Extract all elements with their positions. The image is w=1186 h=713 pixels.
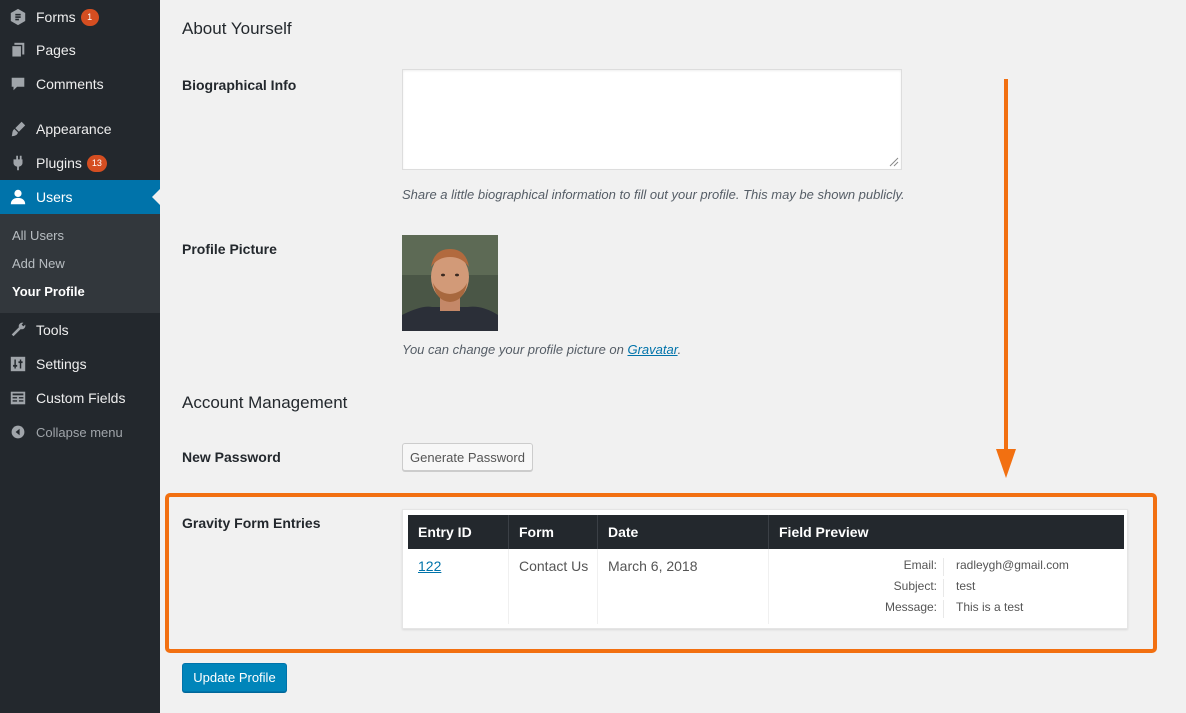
bio-label: Biographical Info — [182, 77, 297, 93]
update-badge: 1 — [80, 8, 99, 26]
menu-label: Tools — [36, 322, 69, 338]
collapse-menu-button[interactable]: Collapse menu — [0, 415, 160, 449]
field-key: Subject: — [893, 579, 937, 593]
profile-picture-label: Profile Picture — [182, 241, 277, 257]
custom-fields-icon — [0, 381, 36, 415]
menu-item-pages[interactable]: Pages — [0, 33, 160, 67]
entry-id-cell: 122 — [418, 558, 441, 574]
comments-icon — [0, 67, 36, 101]
field-value: This is a test — [956, 600, 1024, 614]
menu-item-plugins[interactable]: Plugins 13 — [0, 146, 160, 180]
field-key: Message: — [884, 600, 937, 614]
field-value: radleygh@gmail.com — [956, 558, 1069, 572]
settings-icon — [0, 347, 36, 381]
update-badge: 13 — [86, 154, 107, 172]
field-preview-row: Email: radleygh@gmail.com — [779, 558, 1119, 576]
submenu-all-users[interactable]: All Users — [12, 228, 64, 243]
field-key: Email: — [903, 558, 937, 572]
bio-textarea[interactable] — [402, 69, 902, 170]
menu-item-appearance[interactable]: Appearance — [0, 112, 160, 146]
menu-label: Custom Fields — [36, 390, 126, 406]
menu-label: Settings — [36, 356, 87, 372]
menu-label: Appearance — [36, 121, 112, 137]
gravity-entries-table: Entry ID Form Date Field Preview 122 Con… — [402, 509, 1128, 629]
column-header-form: Form — [519, 524, 554, 540]
form-cell: Contact Us — [519, 558, 589, 574]
forms-icon — [0, 0, 36, 34]
pages-icon — [0, 33, 36, 67]
menu-item-users[interactable]: Users — [0, 180, 160, 214]
collapse-icon — [0, 415, 36, 449]
submenu-add-new[interactable]: Add New — [12, 256, 65, 271]
menu-label: Forms — [36, 9, 76, 25]
generate-password-button[interactable]: Generate Password — [402, 443, 533, 471]
current-indicator — [152, 189, 160, 205]
profile-picture-description: You can change your profile picture on G… — [402, 342, 682, 357]
column-header-entry-id: Entry ID — [418, 524, 472, 540]
gravity-entries-label: Gravity Form Entries — [182, 515, 321, 531]
column-header-date: Date — [608, 524, 639, 540]
entry-id-link[interactable]: 122 — [418, 558, 441, 574]
field-preview-row: Subject: test — [779, 579, 1119, 597]
menu-item-tools[interactable]: Tools — [0, 313, 160, 347]
menu-item-comments[interactable]: Comments — [0, 67, 160, 101]
menu-item-custom-fields[interactable]: Custom Fields — [0, 381, 160, 415]
menu-label: Collapse menu — [36, 424, 123, 440]
menu-label: Users — [36, 189, 73, 205]
bio-description: Share a little biographical information … — [402, 187, 905, 202]
menu-label: Plugins — [36, 155, 82, 171]
avatar — [402, 235, 498, 331]
menu-label: Pages — [36, 42, 76, 58]
annotation-arrow — [1004, 79, 1008, 459]
update-profile-button[interactable]: Update Profile — [182, 663, 287, 692]
submenu-your-profile[interactable]: Your Profile — [12, 284, 85, 299]
tools-icon — [0, 313, 36, 347]
resize-grip-icon[interactable] — [889, 157, 899, 167]
gravatar-link[interactable]: Gravatar — [627, 342, 677, 357]
about-heading: About Yourself — [182, 19, 292, 38]
new-password-label: New Password — [182, 449, 281, 465]
appearance-icon — [0, 112, 36, 146]
field-value: test — [956, 579, 976, 593]
admin-sidebar: Forms 1 Pages Comments Appearance Plugin… — [0, 0, 160, 713]
plugins-icon — [0, 146, 36, 180]
menu-item-forms[interactable]: Forms 1 — [0, 0, 160, 34]
column-header-field-preview: Field Preview — [779, 524, 869, 540]
users-icon — [0, 180, 36, 214]
arrow-down-icon — [996, 449, 1016, 478]
date-cell: March 6, 2018 — [608, 558, 698, 574]
users-submenu: All Users Add New Your Profile — [0, 214, 160, 313]
field-preview-row: Message: This is a test — [779, 600, 1119, 618]
menu-item-settings[interactable]: Settings — [0, 347, 160, 381]
table-header: Entry ID Form Date Field Preview — [408, 515, 1124, 549]
menu-label: Comments — [36, 76, 104, 92]
account-heading: Account Management — [182, 393, 348, 412]
